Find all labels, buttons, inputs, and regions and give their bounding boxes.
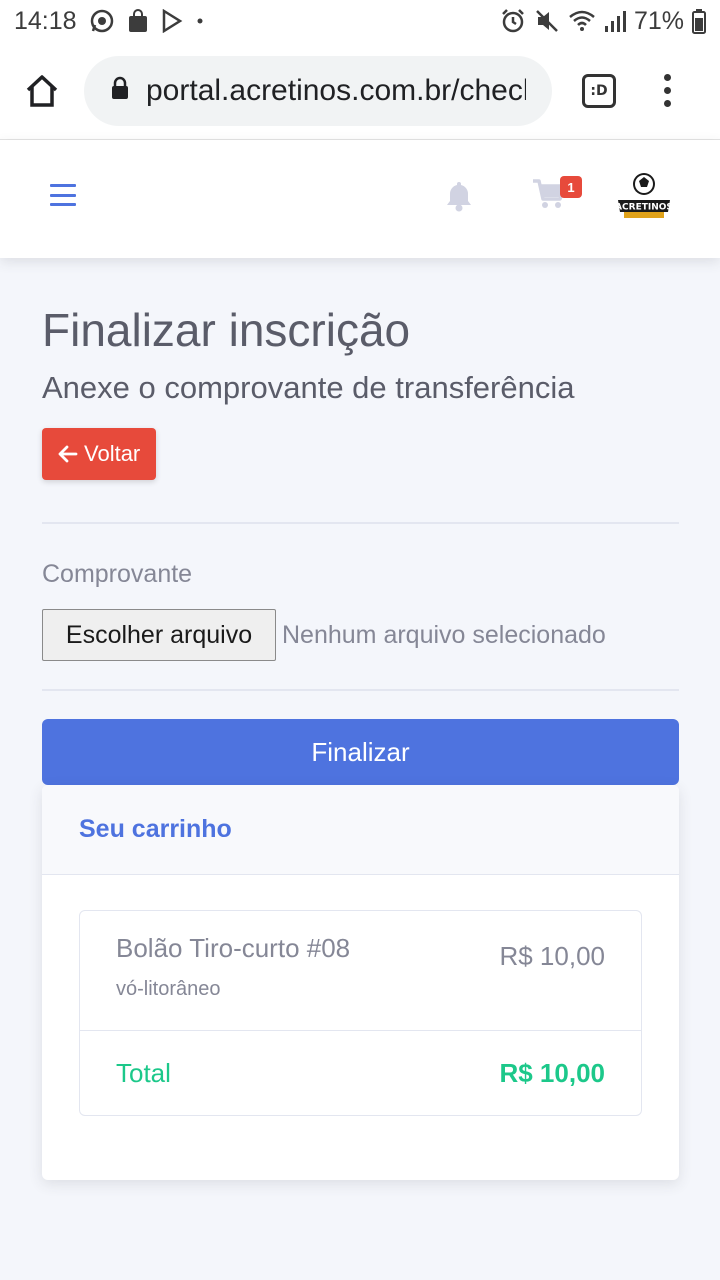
cart-card-header: Seu carrinho: [42, 785, 679, 875]
proof-label: Comprovante: [42, 560, 193, 588]
signal-icon: [604, 9, 626, 33]
cart-list: Bolão Tiro-curto #08 vó-litorâneo R$ 10,…: [79, 910, 642, 1116]
cart-item: Bolão Tiro-curto #08 vó-litorâneo R$ 10,…: [80, 911, 641, 1031]
battery-icon: [692, 8, 706, 34]
menu-dot: [664, 87, 671, 94]
cart-card: Seu carrinho Bolão Tiro-curto #08 vó-lit…: [42, 785, 679, 1180]
cart-count-badge: 1: [560, 176, 582, 198]
cart-item-price: R$ 10,00: [499, 941, 605, 971]
file-input-row: Escolher arquivo Nenhum arquivo selecion…: [42, 609, 679, 661]
sidebar-toggle-icon[interactable]: [50, 184, 76, 206]
cart-card-body: Bolão Tiro-curto #08 vó-litorâneo R$ 10,…: [42, 875, 679, 1180]
page-title: Finalizar inscrição: [42, 304, 411, 356]
menu-dot: [664, 100, 671, 107]
divider: [42, 689, 679, 691]
wifi-icon: [568, 9, 596, 33]
status-left: 14:18: [14, 7, 205, 36]
choose-file-button[interactable]: Escolher arquivo: [42, 609, 276, 661]
tabs-button[interactable]: :D: [582, 73, 616, 108]
status-time: 14:18: [14, 6, 77, 35]
cart-total-row: Total R$ 10,00: [80, 1031, 641, 1115]
mute-icon: [534, 8, 560, 34]
hamburger-line: [50, 203, 76, 206]
back-button[interactable]: Voltar: [42, 428, 157, 480]
menu-dot: [664, 74, 671, 81]
shopping-bag-icon: [127, 9, 149, 33]
page-subtitle: Anexe o comprovante de transferência: [42, 370, 575, 405]
alarm-icon: [500, 8, 526, 34]
cart-item-subtitle: vó-litorâneo: [116, 978, 221, 1000]
total-label: Total: [116, 1057, 171, 1088]
main-content: Finalizar inscrição Anexe o comprovante …: [42, 258, 679, 1180]
address-bar[interactable]: portal.acretinos.com.br/checkout: [84, 55, 552, 126]
svg-text:ACRETINOS: ACRETINOS: [615, 203, 673, 213]
hamburger-line: [50, 193, 76, 197]
arrow-left-icon: [58, 445, 78, 463]
dot-icon: [195, 16, 205, 26]
acretinos-logo[interactable]: ACRETINOS: [614, 170, 674, 222]
back-button-label: Voltar: [84, 441, 141, 466]
home-icon: [26, 74, 58, 107]
finalize-button[interactable]: Finalizar: [42, 719, 679, 785]
url-text: portal.acretinos.com.br/checkout: [146, 73, 526, 107]
cart-item-info: Bolão Tiro-curto #08 vó-litorâneo: [116, 933, 350, 1030]
hamburger-line: [50, 184, 76, 187]
app-navbar: 1 ACRETINOS: [0, 140, 720, 258]
total-value: R$ 10,00: [499, 1057, 605, 1088]
lock-icon: [110, 75, 130, 106]
home-button[interactable]: [16, 65, 68, 117]
status-bar: 14:18 71%: [0, 0, 720, 42]
notifications-bell-icon[interactable]: [444, 180, 474, 217]
whatsapp-icon: [89, 8, 115, 34]
divider: [42, 522, 679, 524]
status-right: 71%: [500, 7, 706, 36]
file-status-text: Nenhum arquivo selecionado: [282, 620, 606, 649]
cart-item-name: Bolão Tiro-curto #08: [116, 933, 351, 963]
battery-percent: 71%: [633, 6, 684, 35]
browser-menu-button[interactable]: [664, 74, 671, 107]
play-store-icon: [161, 9, 183, 33]
browser-toolbar: portal.acretinos.com.br/checkout :D: [0, 42, 720, 140]
